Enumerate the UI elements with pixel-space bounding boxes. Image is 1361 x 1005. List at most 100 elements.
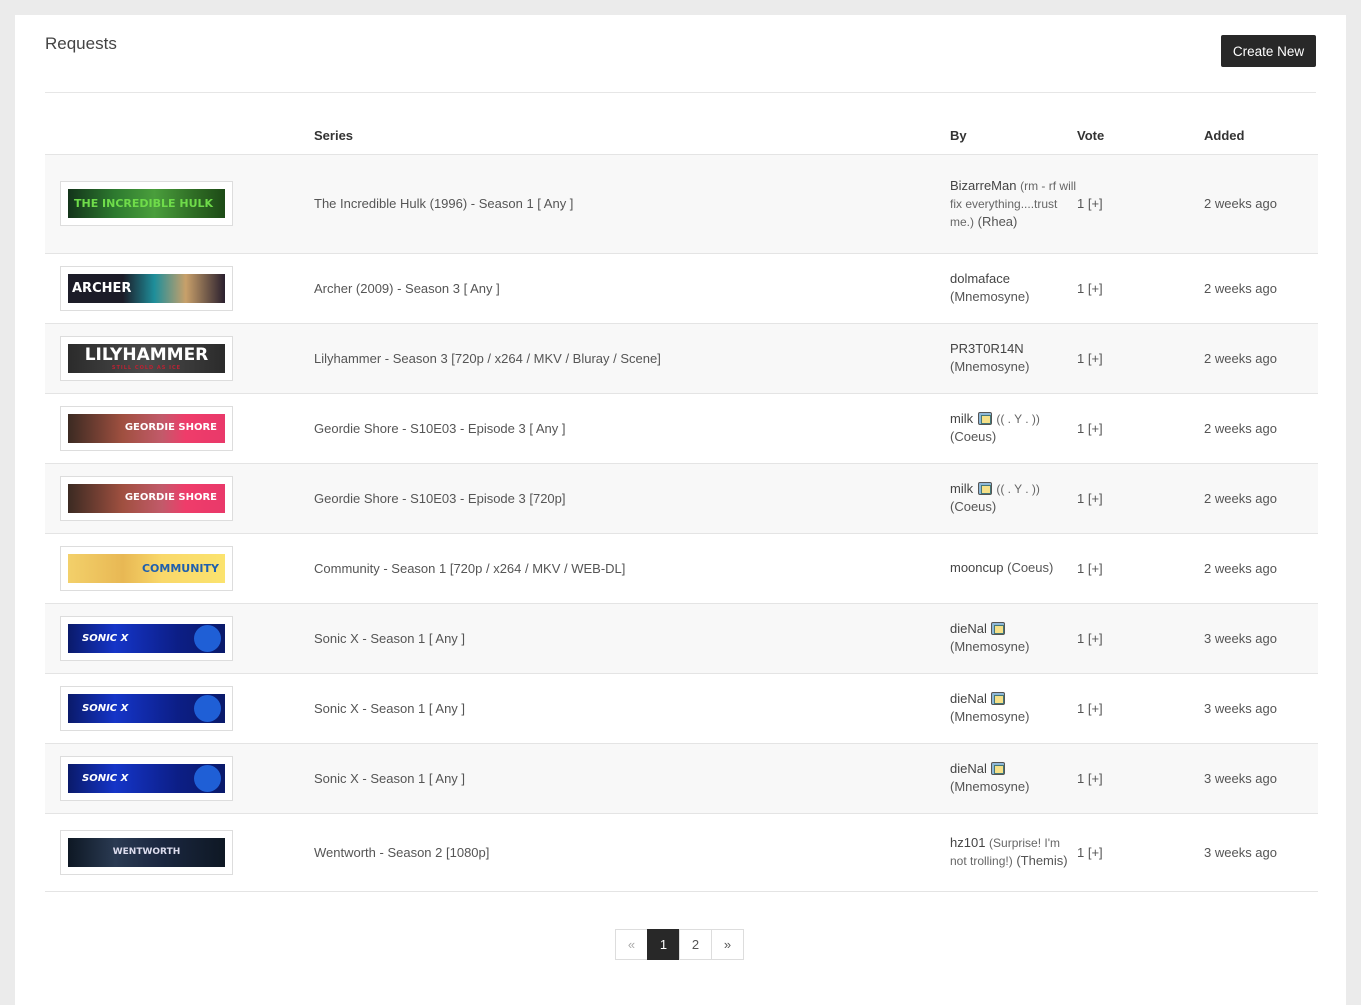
series-link[interactable]: Sonic X - Season 1 [ Any ] bbox=[314, 673, 950, 744]
requester-name[interactable]: dieNal bbox=[950, 761, 987, 776]
table-row: GEORDIE SHORE Geordie Shore - S10E03 - Ep… bbox=[45, 463, 1318, 534]
banner-cell: THE INCREDIBLE HULK bbox=[45, 154, 314, 254]
requester-name[interactable]: milk bbox=[950, 481, 973, 496]
series-banner[interactable]: SONIC X bbox=[60, 685, 233, 731]
vote-button[interactable]: 1 [+] bbox=[1077, 743, 1204, 814]
page-header: Requests Create New bbox=[45, 33, 1316, 93]
banner-text: LILYHAMMER bbox=[84, 345, 209, 365]
series-banner[interactable]: GEORDIE SHORE bbox=[60, 405, 233, 451]
added-time: 2 weeks ago bbox=[1204, 323, 1318, 394]
vote-button[interactable]: 1 [+] bbox=[1077, 603, 1204, 674]
banner-text: THE INCREDIBLE HULK bbox=[74, 197, 214, 210]
banner-text: SONIC X bbox=[82, 772, 129, 784]
table-row: ARCHER Archer (2009) - Season 3 [ Any ] do… bbox=[45, 253, 1318, 324]
tv-icon bbox=[991, 622, 1006, 635]
banner-image: SONIC X bbox=[68, 693, 225, 723]
series-link[interactable]: Lilyhammer - Season 3 [720p / x264 / MKV… bbox=[314, 323, 950, 394]
series-banner[interactable]: LILYHAMMER STILL COLD AS ICE bbox=[60, 335, 233, 381]
series-link[interactable]: Geordie Shore - S10E03 - Episode 3 [720p… bbox=[314, 463, 950, 534]
requester-cell: milk (( . Y . )) (Coeus) bbox=[950, 463, 1077, 534]
requester-name[interactable]: BizarreMan bbox=[950, 178, 1016, 193]
added-time: 3 weeks ago bbox=[1204, 673, 1318, 744]
vote-button[interactable]: 1 [+] bbox=[1077, 673, 1204, 744]
banner-cell: WENTWORTH bbox=[45, 813, 314, 892]
header-vote[interactable]: Vote bbox=[1077, 118, 1204, 155]
user-class-tag: (Mnemosyne) bbox=[950, 639, 1030, 654]
table-row: SONIC X Sonic X - Season 1 [ Any ] dieNal … bbox=[45, 603, 1318, 674]
requester-cell: dieNal (Mnemosyne) bbox=[950, 673, 1077, 744]
banner-image: THE INCREDIBLE HULK bbox=[68, 189, 225, 218]
tv-icon bbox=[991, 692, 1006, 705]
create-new-button[interactable]: Create New bbox=[1221, 35, 1316, 67]
user-class-tag: (Mnemosyne) bbox=[950, 779, 1030, 794]
requester-cell: mooncup (Coeus) bbox=[950, 533, 1077, 604]
added-time: 2 weeks ago bbox=[1204, 154, 1318, 254]
requester-cell: BizarreMan (rm - rf will fix everything.… bbox=[950, 154, 1077, 254]
user-title-note: (( . Y . )) bbox=[996, 412, 1040, 426]
requester-name[interactable]: dieNal bbox=[950, 691, 987, 706]
pagination-prev[interactable]: « bbox=[615, 929, 648, 960]
vote-button[interactable]: 1 [+] bbox=[1077, 323, 1204, 394]
pagination-page-1[interactable]: 1 bbox=[647, 929, 680, 960]
vote-button[interactable]: 1 [+] bbox=[1077, 154, 1204, 254]
series-banner[interactable]: THE INCREDIBLE HULK bbox=[60, 181, 233, 226]
requester-name[interactable]: dolmaface bbox=[950, 271, 1010, 286]
vote-button[interactable]: 1 [+] bbox=[1077, 813, 1204, 892]
added-time: 2 weeks ago bbox=[1204, 253, 1318, 324]
series-banner[interactable]: ARCHER bbox=[60, 265, 233, 311]
pagination-page-2[interactable]: 2 bbox=[679, 929, 712, 960]
banner-text: SONIC X bbox=[82, 632, 129, 644]
table-row: LILYHAMMER STILL COLD AS ICE Lilyhammer - … bbox=[45, 323, 1318, 394]
series-banner[interactable]: SONIC X bbox=[60, 755, 233, 801]
vote-button[interactable]: 1 [+] bbox=[1077, 393, 1204, 464]
banner-image: GEORDIE SHORE bbox=[68, 413, 225, 443]
requester-name[interactable]: PR3T0R14N bbox=[950, 341, 1024, 356]
requester-name[interactable]: hz101 bbox=[950, 835, 985, 850]
banner-cell: ARCHER bbox=[45, 253, 314, 324]
series-banner[interactable]: WENTWORTH bbox=[60, 829, 233, 875]
user-class-tag: (Coeus) bbox=[950, 499, 997, 514]
banner-text: ARCHER bbox=[72, 280, 132, 296]
user-class-tag: (Mnemosyne) bbox=[950, 709, 1030, 724]
requester-name[interactable]: milk bbox=[950, 411, 973, 426]
table-row: COMMUNITY Community - Season 1 [720p / x2… bbox=[45, 533, 1318, 604]
banner-image: SONIC X bbox=[68, 763, 225, 793]
tv-icon bbox=[977, 412, 992, 425]
requests-table: Series By Vote Added THE INCREDIBLE HULK… bbox=[45, 118, 1318, 892]
user-class-tag: (Rhea) bbox=[977, 213, 1018, 229]
series-link[interactable]: Geordie Shore - S10E03 - Episode 3 [ Any… bbox=[314, 393, 950, 464]
requester-name[interactable]: dieNal bbox=[950, 621, 987, 636]
table-row: THE INCREDIBLE HULK The Incredible Hulk (… bbox=[45, 154, 1318, 254]
series-banner[interactable]: COMMUNITY bbox=[60, 545, 233, 591]
series-banner[interactable]: GEORDIE SHORE bbox=[60, 475, 233, 521]
vote-button[interactable]: 1 [+] bbox=[1077, 533, 1204, 604]
series-banner[interactable]: SONIC X bbox=[60, 615, 233, 661]
added-time: 2 weeks ago bbox=[1204, 393, 1318, 464]
series-link[interactable]: Archer (2009) - Season 3 [ Any ] bbox=[314, 253, 950, 324]
requester-name[interactable]: mooncup bbox=[950, 560, 1003, 575]
series-link[interactable]: Sonic X - Season 1 [ Any ] bbox=[314, 743, 950, 814]
banner-image: GEORDIE SHORE bbox=[68, 483, 225, 513]
header-series[interactable]: Series bbox=[314, 118, 950, 155]
series-link[interactable]: Wentworth - Season 2 [1080p] bbox=[314, 813, 950, 892]
vote-button[interactable]: 1 [+] bbox=[1077, 253, 1204, 324]
table-header-row: Series By Vote Added bbox=[45, 118, 1318, 155]
series-link[interactable]: Community - Season 1 [720p / x264 / MKV … bbox=[314, 533, 950, 604]
banner-cell: GEORDIE SHORE bbox=[45, 463, 314, 534]
sonic-face-icon bbox=[194, 694, 221, 722]
banner-image: ARCHER bbox=[68, 273, 225, 303]
tv-icon bbox=[991, 762, 1006, 775]
added-time: 3 weeks ago bbox=[1204, 603, 1318, 674]
header-by[interactable]: By bbox=[950, 118, 1077, 155]
series-link[interactable]: Sonic X - Season 1 [ Any ] bbox=[314, 603, 950, 674]
header-added[interactable]: Added bbox=[1204, 118, 1318, 155]
series-link[interactable]: The Incredible Hulk (1996) - Season 1 [ … bbox=[314, 154, 950, 254]
sonic-face-icon bbox=[194, 624, 221, 652]
banner-image: WENTWORTH bbox=[68, 837, 225, 867]
tv-icon bbox=[977, 482, 992, 495]
header-banner bbox=[45, 118, 314, 155]
vote-button[interactable]: 1 [+] bbox=[1077, 463, 1204, 534]
user-class-tag: (Mnemosyne) bbox=[950, 289, 1030, 304]
user-class-tag: (Mnemosyne) bbox=[950, 359, 1030, 374]
pagination-next[interactable]: » bbox=[711, 929, 744, 960]
